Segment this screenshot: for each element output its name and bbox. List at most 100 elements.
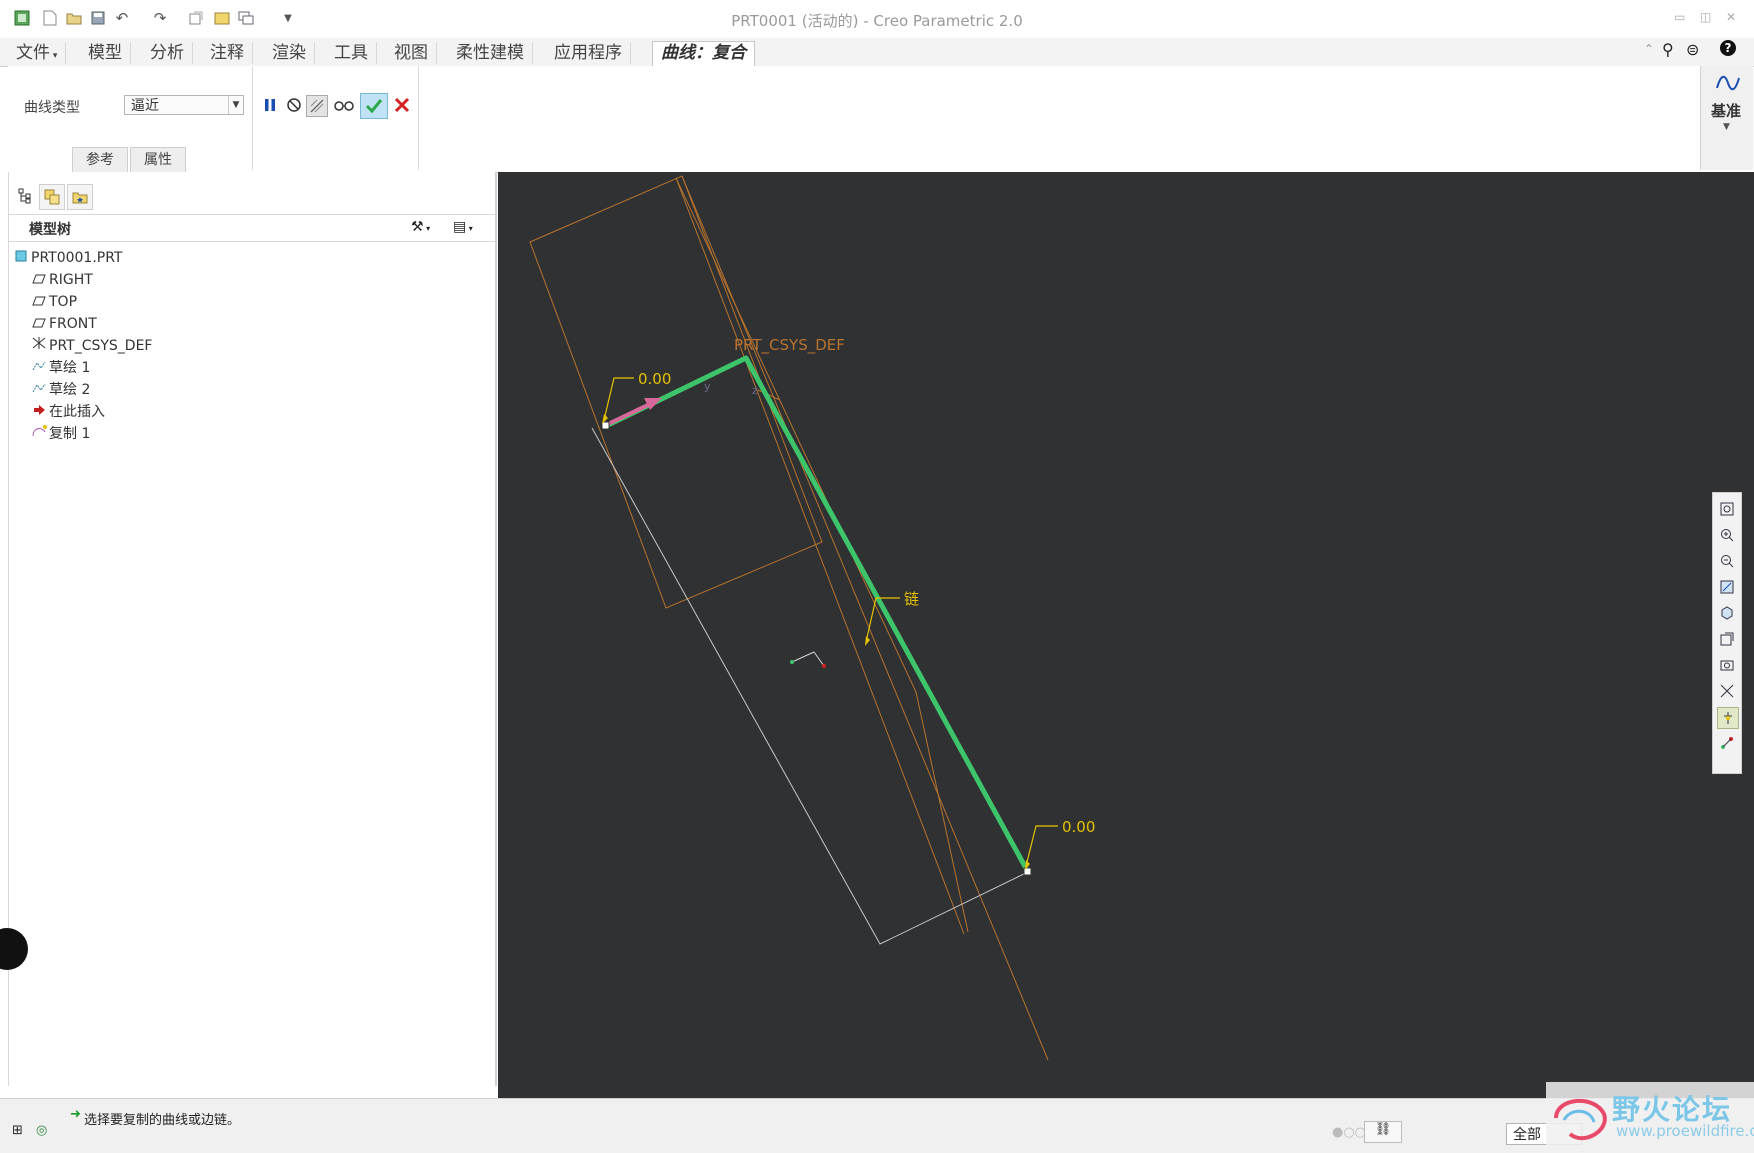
tab-view[interactable]: 视图 xyxy=(386,42,437,64)
datum-display-icon[interactable] xyxy=(1717,681,1737,701)
settings-icon[interactable]: ⚒ ▾ xyxy=(411,219,430,235)
datum-group[interactable]: 基准 ▼ xyxy=(1700,66,1753,170)
traffic-indicator-icon: ●○○ xyxy=(1332,1125,1367,1140)
tree-item-sketch1[interactable]: 草绘 1 xyxy=(31,358,90,378)
tab-file[interactable]: 文件 ▾ xyxy=(8,42,67,64)
tab-applications[interactable]: 应用程序 xyxy=(546,42,631,64)
favorites-icon[interactable] xyxy=(67,184,93,210)
status-message: 选择要复制的曲线或边链。 xyxy=(84,1113,241,1128)
collapse-ribbon-icon[interactable]: ⌃ xyxy=(1644,42,1654,56)
triad-point xyxy=(822,664,826,668)
model-tree-header: 模型树 ⚒ ▾ ▤ ▾ xyxy=(9,214,495,242)
tab-tools[interactable]: 工具 xyxy=(326,42,377,64)
chevron-down-icon: ▼ xyxy=(1723,122,1730,132)
spin-center-icon[interactable] xyxy=(1717,707,1739,729)
no-preview-icon[interactable] xyxy=(284,95,304,115)
tree-item-sketch2[interactable]: 草绘 2 xyxy=(31,380,90,400)
maximize-icon[interactable]: ◫ xyxy=(1700,10,1711,24)
zoom-in-icon[interactable] xyxy=(1717,525,1737,545)
ribbon-tabs: 文件 ▾ 模型 分析 注释 渲染 工具 视图 柔性建模 应用程序 曲线：复合 ⌃… xyxy=(0,38,1754,68)
refit-icon[interactable] xyxy=(1717,499,1737,519)
tab-analysis[interactable]: 分析 xyxy=(142,42,193,64)
datum-plane-edge xyxy=(675,177,969,933)
csys-z-axis-label: z xyxy=(752,384,758,397)
zoom-out-icon[interactable] xyxy=(1717,551,1737,571)
csys-icon xyxy=(31,336,47,356)
tree-item-right[interactable]: RIGHT xyxy=(31,270,93,290)
tree-item-part[interactable]: PRT0001.PRT xyxy=(13,248,123,268)
model-graphics: PRT_CSYS_DEF y z 0.00 0.00 链 xyxy=(529,175,1095,1061)
watermark-url: www.proewildfire.cn xyxy=(1616,1122,1754,1140)
csys-y-axis-label: y xyxy=(704,380,711,393)
ribbon-panel: 曲线类型 逼近 ▼ 参考 属性 基准 ▼ xyxy=(8,66,1753,173)
csys-label: PRT_CSYS_DEF xyxy=(734,336,845,355)
tab-curve-composite[interactable]: 曲线：复合 xyxy=(652,41,755,68)
selection-filter-icon[interactable]: ⛓ xyxy=(1364,1121,1402,1143)
end-point-marker xyxy=(1023,867,1032,876)
window-title: PRT0001 (活动的) - Creo Parametric 2.0 xyxy=(731,12,1023,30)
pause-button[interactable] xyxy=(260,95,280,115)
ribbon-divider xyxy=(418,66,419,170)
tab-properties[interactable]: 属性 xyxy=(130,147,186,173)
tab-render[interactable]: 渲染 xyxy=(264,42,315,64)
tab-model[interactable]: 模型 xyxy=(80,42,131,64)
part-outline xyxy=(591,427,1029,945)
curve-type-dropdown[interactable]: 逼近 ▼ xyxy=(124,95,244,115)
datum-curve-icon xyxy=(1716,75,1740,91)
tree-item-front[interactable]: FRONT xyxy=(31,314,97,334)
view-manager-icon[interactable] xyxy=(1717,655,1737,675)
datum-plane-icon xyxy=(31,292,47,312)
sketch-icon xyxy=(31,358,47,378)
tab-flexible-modeling[interactable]: 柔性建模 xyxy=(448,42,533,64)
folder-browser-icon[interactable] xyxy=(39,184,65,210)
search-icon[interactable]: ⚲ xyxy=(1662,40,1674,59)
direction-arrow xyxy=(607,402,651,426)
minimize-icon[interactable]: ▭ xyxy=(1674,10,1685,24)
start-value: 0.00 xyxy=(638,370,671,388)
datum-plane-icon xyxy=(31,270,47,290)
cancel-button[interactable] xyxy=(392,95,412,115)
watermark: 野火论坛 www.proewildfire.cn xyxy=(1546,1082,1754,1152)
curve-type-value: 逼近 xyxy=(131,98,159,114)
watermark-logo xyxy=(1554,1098,1607,1141)
tree-item-insert-here[interactable]: 在此插入 xyxy=(31,402,105,422)
part-icon xyxy=(13,248,29,268)
tab-references[interactable]: 参考 xyxy=(72,147,128,173)
show-icon[interactable]: ▤ ▾ xyxy=(453,219,473,235)
tab-annotate[interactable]: 注释 xyxy=(202,42,253,64)
composite-curve xyxy=(604,355,1031,874)
triad-y xyxy=(813,651,825,667)
copy-feature-icon xyxy=(31,424,47,444)
tree-item-copy1[interactable]: 复制 1 xyxy=(31,424,90,444)
ribbon-divider xyxy=(252,66,253,170)
help-icon[interactable]: ? xyxy=(1720,40,1736,56)
browser-toggle-icon[interactable]: ◎ xyxy=(36,1123,47,1138)
display-style-icon[interactable] xyxy=(1717,603,1737,623)
verify-mode-icon[interactable] xyxy=(332,95,356,115)
annotation-display-icon[interactable] xyxy=(1717,733,1737,753)
tree-item-top[interactable]: TOP xyxy=(31,292,77,312)
triad-point xyxy=(790,660,794,664)
model-tree-tab-icon[interactable] xyxy=(13,184,37,208)
community-icon[interactable]: ⊜ xyxy=(1686,40,1699,59)
triad-x xyxy=(791,651,815,663)
datum-plane-edge xyxy=(675,177,965,935)
tree-item-csys[interactable]: PRT_CSYS_DEF xyxy=(31,336,152,356)
close-icon[interactable]: ✕ xyxy=(1726,10,1736,24)
chevron-down-icon: ▼ xyxy=(228,96,243,114)
saved-orientations-icon[interactable] xyxy=(1717,629,1737,649)
navigator-panel: 模型树 ⚒ ▾ ▤ ▾ PRT0001.PRT RIGHT TOP FRONT … xyxy=(8,172,497,1086)
title-bar: ↶ ↷ ▼ PRT0001 (活动的) - Creo Parametric 2.… xyxy=(0,0,1754,39)
navigator-toggle-icon[interactable]: ⊞ xyxy=(12,1123,23,1138)
status-bar: ⊞ ◎ ➜ 选择要复制的曲线或边链。 ●○○ ⛓ 全部 xyxy=(0,1098,1754,1153)
datum-plane-icon xyxy=(31,314,47,334)
insert-here-icon xyxy=(31,402,47,422)
graphics-viewport[interactable]: PRT_CSYS_DEF y z 0.00 0.00 链 xyxy=(498,172,1754,1098)
end-value: 0.00 xyxy=(1062,818,1095,836)
repaint-icon[interactable] xyxy=(1717,577,1737,597)
sketch-icon xyxy=(31,380,47,400)
ok-button[interactable] xyxy=(360,93,388,119)
chain-label: 链 xyxy=(904,590,919,608)
attached-preview-icon[interactable] xyxy=(306,95,328,117)
end-leader xyxy=(1025,825,1058,867)
